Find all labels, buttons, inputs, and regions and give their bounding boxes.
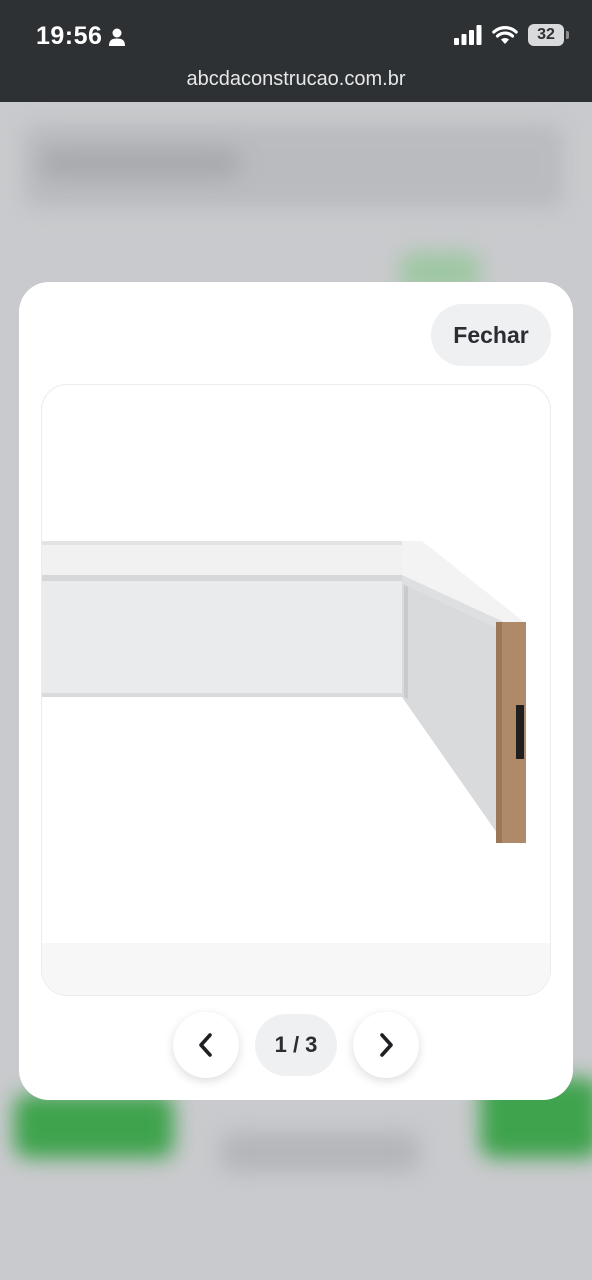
time-text: 19:56 — [36, 22, 103, 50]
page-indicator: 1 / 3 — [255, 1014, 337, 1076]
blurred-text — [40, 148, 240, 178]
next-image-button[interactable] — [353, 1012, 419, 1078]
battery-icon: 32 — [528, 24, 569, 46]
product-image — [42, 541, 526, 843]
blurred-green-button — [14, 1094, 174, 1158]
product-image-frame[interactable] — [41, 384, 551, 996]
chevron-left-icon — [199, 1033, 212, 1057]
blurred-footer-text — [220, 1132, 420, 1172]
signal-icon — [454, 25, 482, 45]
prev-image-button[interactable] — [173, 1012, 239, 1078]
chevron-right-icon — [380, 1033, 393, 1057]
image-frame-footer — [42, 943, 550, 995]
battery-level: 32 — [537, 26, 555, 43]
person-icon — [109, 28, 126, 46]
status-time: 19:56 — [36, 22, 126, 51]
browser-url[interactable]: abcdaconstrucao.com.br — [0, 68, 592, 91]
wifi-icon — [492, 26, 518, 44]
image-pager: 1 / 3 — [19, 1012, 573, 1078]
image-viewer-modal: Fechar 1 / 3 — [19, 282, 573, 1100]
status-icons: 32 — [454, 24, 569, 46]
status-bar: 19:56 32 abcdaconstrucao.com.br — [0, 0, 592, 102]
close-button[interactable]: Fechar — [431, 304, 551, 366]
